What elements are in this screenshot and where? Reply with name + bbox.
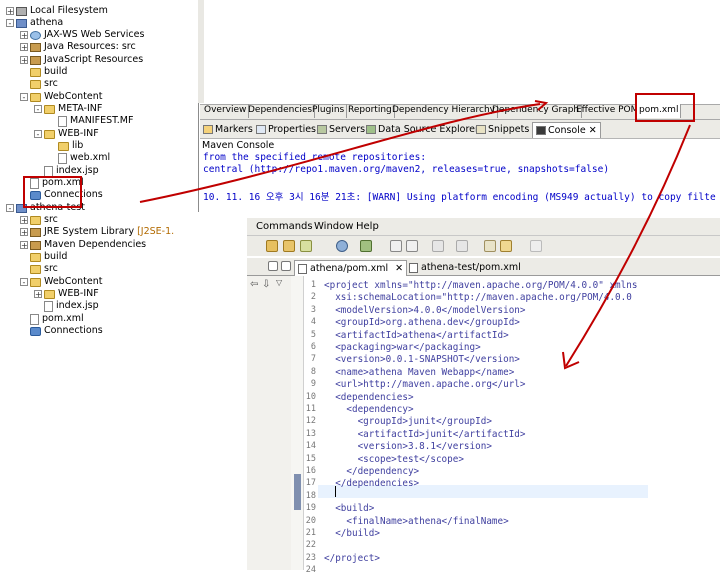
arrow-tree-to-tab [139, 103, 541, 203]
arrowhead-2 [562, 351, 580, 370]
arrow-tab-to-editor [565, 124, 691, 367]
annotation-arrows [139, 100, 691, 370]
